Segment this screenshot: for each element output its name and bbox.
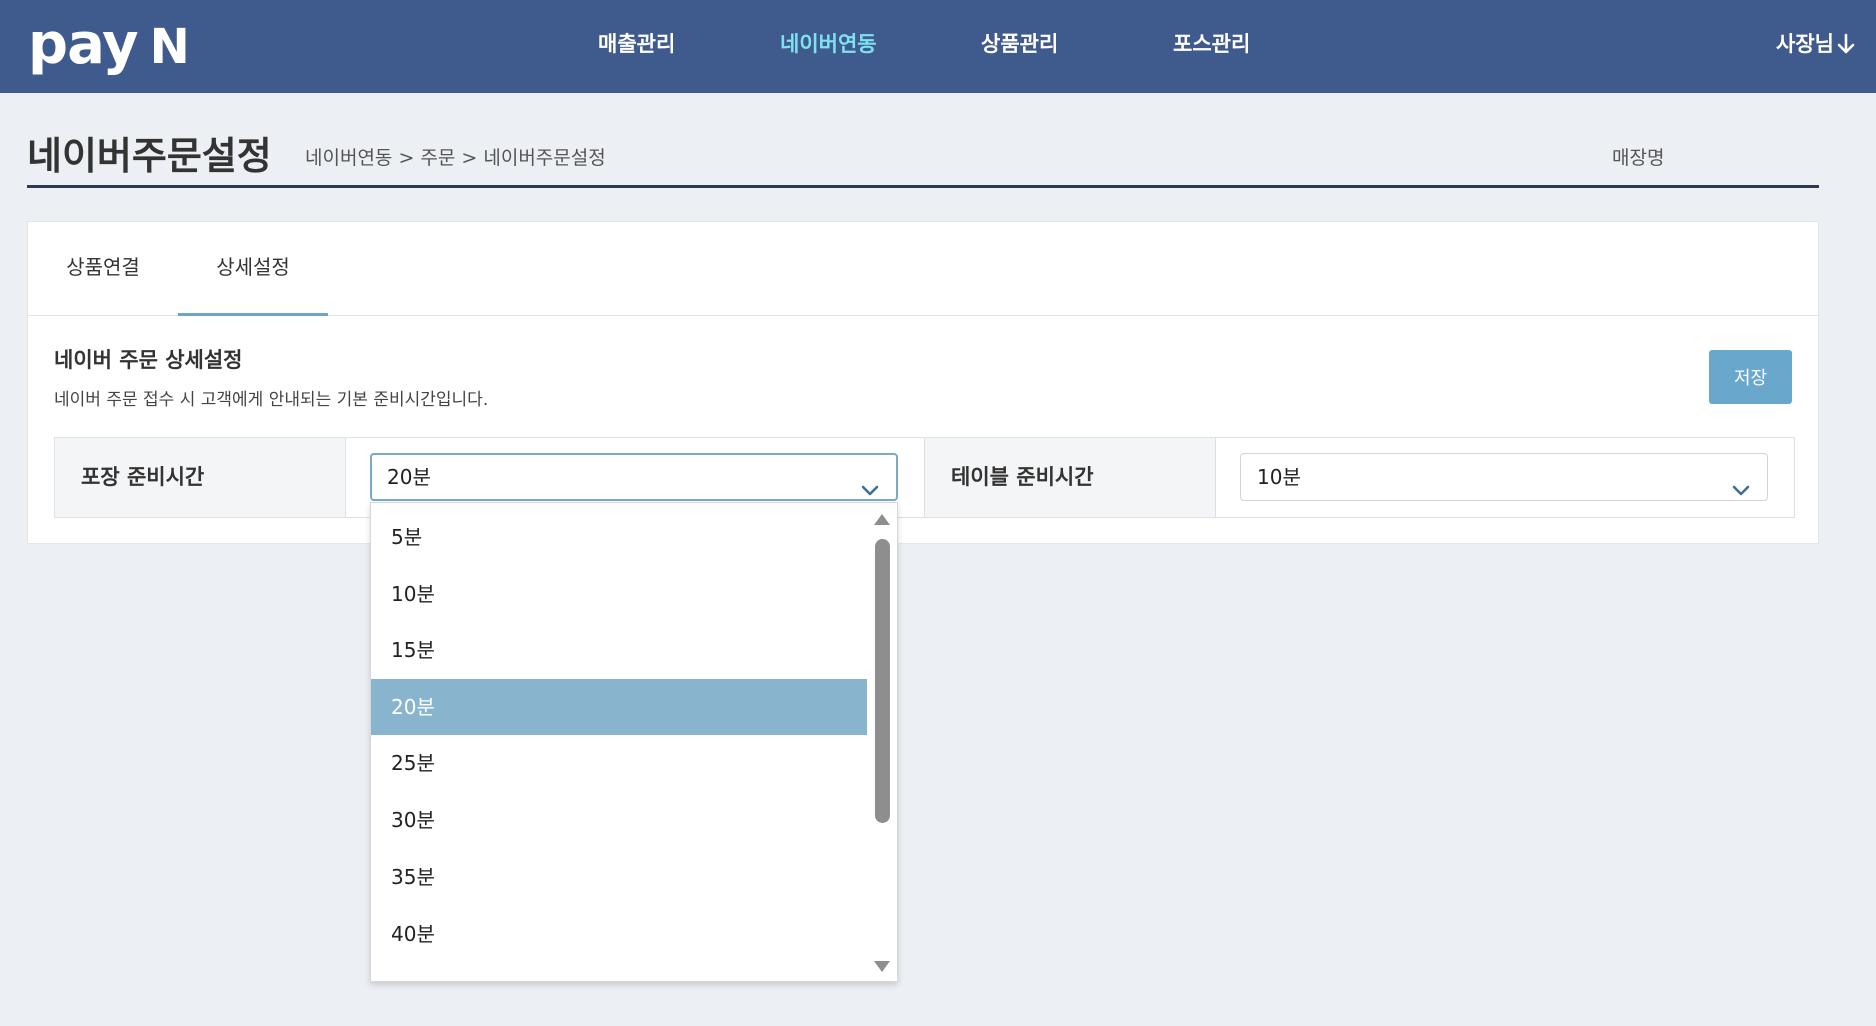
table-time-cell: 10분 xyxy=(1216,438,1794,517)
section-description: 네이버 주문 접수 시 고객에게 안내되는 기본 준비시간입니다. xyxy=(54,390,489,410)
dropdown-option[interactable]: 35분 xyxy=(371,849,868,905)
chevron-down-icon xyxy=(1731,468,1751,514)
store-name-label: 매장명 xyxy=(1612,147,1665,169)
table-time-label: 테이블 준비시간 xyxy=(925,438,1216,517)
prep-time-table: 포장 준비시간 20분 테이블 준비시간 10분 xyxy=(54,437,1795,518)
packaging-time-select[interactable]: 20분 xyxy=(370,453,898,501)
dropdown-option[interactable]: 15분 xyxy=(371,622,868,678)
section-title: 네이버 주문 상세설정 xyxy=(54,348,243,372)
dropdown-option-selected[interactable]: 20분 xyxy=(371,679,868,735)
tab-detail-settings[interactable]: 상세설정 xyxy=(178,222,328,316)
nav-item-pos[interactable]: 포스관리 xyxy=(1173,28,1250,58)
nav-item-sales[interactable]: 매출관리 xyxy=(598,28,675,58)
scrollbar-thumb[interactable] xyxy=(875,539,890,823)
table-time-value: 10분 xyxy=(1257,465,1301,489)
payn-logo[interactable]: pay N xyxy=(28,10,190,82)
dropdown-scrollbar[interactable] xyxy=(867,503,897,981)
settings-card: 상품연결 상세설정 네이버 주문 상세설정 네이버 주문 접수 시 고객에게 안… xyxy=(27,221,1819,544)
dropdown-option[interactable]: 40분 xyxy=(371,906,868,962)
table-time-select[interactable]: 10분 xyxy=(1240,453,1768,501)
logo-mark: N xyxy=(149,19,190,75)
user-menu[interactable]: 사장님 xyxy=(1776,28,1856,58)
user-menu-label: 사장님 xyxy=(1776,32,1834,56)
scroll-down-arrow-icon[interactable] xyxy=(873,959,891,973)
nav-item-naver-integration[interactable]: 네이버연동 xyxy=(780,28,877,58)
scroll-up-arrow-icon[interactable] xyxy=(873,511,891,525)
breadcrumb: 네이버연동 > 주문 > 네이버주문설정 xyxy=(305,147,606,169)
logo-text: pay xyxy=(28,12,139,77)
dropdown-option[interactable]: 5분 xyxy=(371,509,868,565)
packaging-time-dropdown: 5분 10분 15분 20분 25분 30분 35분 40분 xyxy=(370,502,898,982)
packaging-time-label: 포장 준비시간 xyxy=(55,438,346,517)
nav-item-products[interactable]: 상품관리 xyxy=(981,28,1058,58)
header-divider xyxy=(27,185,1819,188)
save-button[interactable]: 저장 xyxy=(1709,350,1792,404)
packaging-time-value: 20분 xyxy=(387,465,431,489)
dropdown-option[interactable]: 10분 xyxy=(371,566,868,622)
dropdown-option[interactable]: 30분 xyxy=(371,792,868,848)
tab-product-link[interactable]: 상품연결 xyxy=(28,222,178,316)
tab-bar: 상품연결 상세설정 xyxy=(28,222,1818,316)
arrow-down-icon xyxy=(1834,32,1856,56)
page-title: 네이버주문설정 xyxy=(27,134,272,178)
top-navigation-bar: pay N 매출관리 네이버연동 상품관리 포스관리 사장님 xyxy=(0,0,1876,93)
dropdown-option[interactable]: 25분 xyxy=(371,735,868,791)
